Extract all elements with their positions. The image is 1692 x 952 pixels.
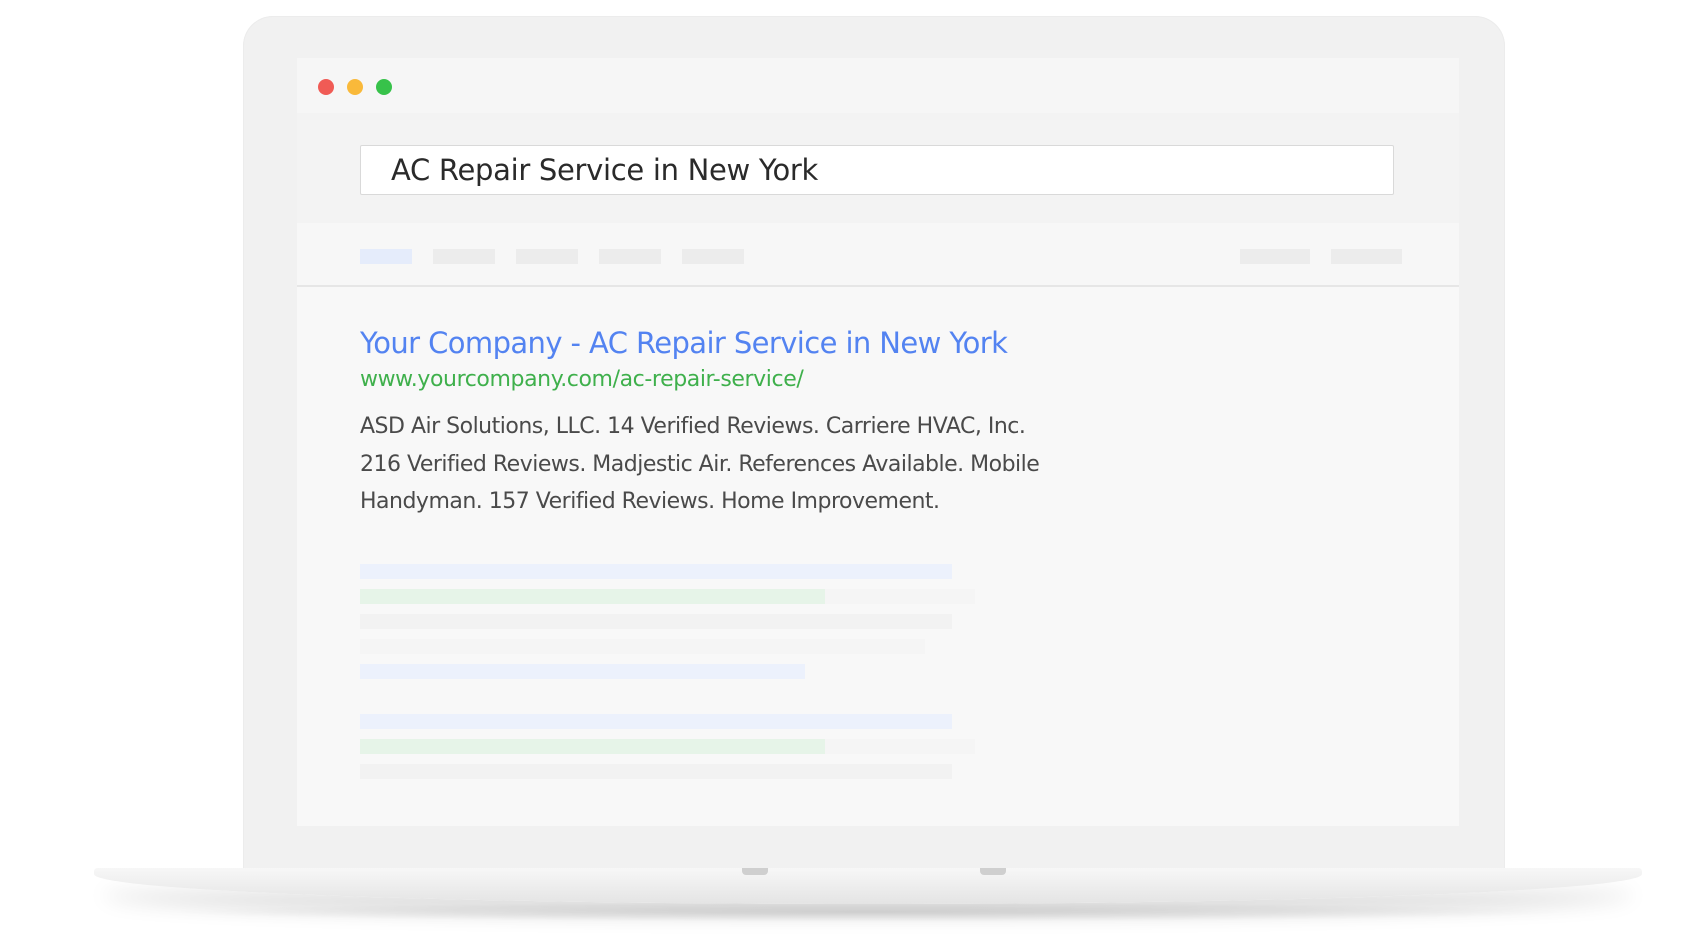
tab-placeholder[interactable] [433,249,495,264]
title-bar [297,58,1459,113]
tab-placeholder[interactable] [682,249,744,264]
snippet-line: Handyman. 157 Verified Reviews. Home Imp… [360,489,940,514]
laptop-shadow [160,902,1580,922]
settings-placeholder[interactable] [1331,249,1402,264]
maximize-window-button[interactable] [376,79,392,95]
result-meta-placeholder [825,589,975,604]
search-area: AC Repair Service in New York [297,113,1459,223]
laptop-base [94,868,1642,904]
result-title-placeholder [360,564,952,579]
tab-placeholder-active[interactable] [360,249,412,264]
stage: AC Repair Service in New York Your Compa… [0,0,1692,952]
tab-placeholder[interactable] [599,249,661,264]
tab-placeholder[interactable] [516,249,578,264]
result-url[interactable]: www.yourcompany.com/ac-repair-service/ [360,365,804,395]
search-input[interactable]: AC Repair Service in New York [360,145,1394,195]
snippet-line: ASD Air Solutions, LLC. 14 Verified Revi… [360,414,1026,439]
hinge-left [742,868,768,875]
minimize-window-button[interactable] [347,79,363,95]
snippet-line: 216 Verified Reviews. Madjestic Air. Ref… [360,451,1040,477]
result-url-placeholder [360,739,825,754]
result-snippet: ASD Air Solutions, LLC. 14 Verified Revi… [360,408,1100,521]
result-snippet-placeholder [360,614,952,629]
search-tabs-bar [297,223,1459,287]
result-meta-placeholder [825,739,975,754]
tools-placeholder[interactable] [1240,249,1310,264]
hinge-right [980,868,1006,875]
result-sublink-placeholder [360,664,805,679]
result-snippet-placeholder [360,639,925,654]
result-title-link[interactable]: Your Company - AC Repair Service in New … [360,323,1008,363]
result-title-placeholder [360,714,952,729]
browser-window: AC Repair Service in New York Your Compa… [297,58,1459,826]
result-snippet-placeholder [360,764,952,779]
result-url-placeholder [360,589,825,604]
close-window-button[interactable] [318,79,334,95]
